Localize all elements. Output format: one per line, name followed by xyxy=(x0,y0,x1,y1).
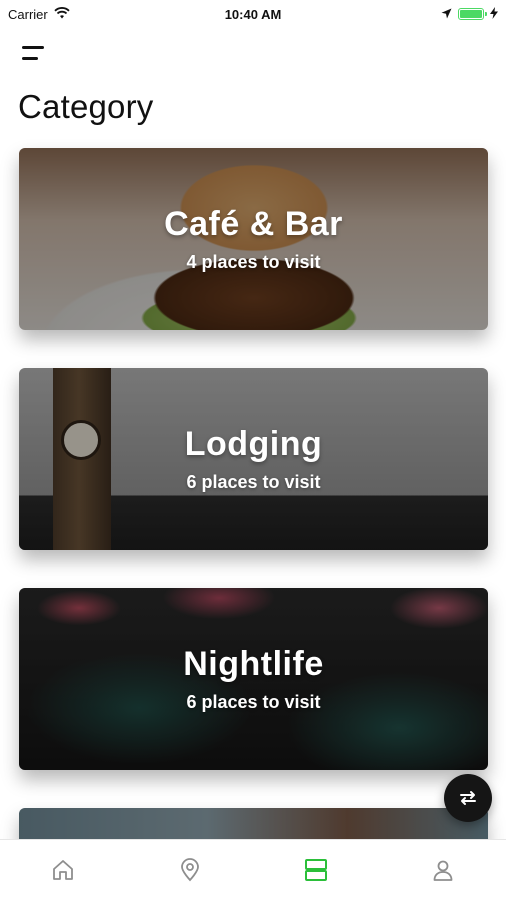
tab-home[interactable] xyxy=(33,848,93,892)
bottom-tab-bar xyxy=(0,839,506,900)
page-title: Category xyxy=(18,88,154,125)
category-card-lodging[interactable]: Lodging 6 places to visit xyxy=(19,368,488,550)
battery-icon xyxy=(458,8,487,20)
card-title: Nightlife xyxy=(183,645,324,683)
category-card-nightlife[interactable]: Nightlife 6 places to visit xyxy=(19,588,488,770)
card-subtitle: 4 places to visit xyxy=(186,252,321,272)
status-bar: Carrier 10:40 AM xyxy=(0,0,506,28)
hamburger-menu-icon[interactable] xyxy=(22,40,48,66)
card-title: Café & Bar xyxy=(164,205,343,243)
charging-bolt-icon xyxy=(490,6,498,22)
tab-profile[interactable] xyxy=(413,848,473,892)
tab-category[interactable] xyxy=(286,848,346,892)
carrier-label: Carrier xyxy=(8,6,48,22)
card-subtitle: 6 places to visit xyxy=(186,472,321,492)
location-arrow-icon xyxy=(441,7,452,22)
swap-arrows-icon[interactable] xyxy=(444,774,492,822)
tab-location[interactable] xyxy=(160,848,220,892)
status-time: 10:40 AM xyxy=(224,6,282,22)
category-cards-icon xyxy=(305,859,328,881)
home-icon xyxy=(53,860,74,880)
profile-icon xyxy=(433,860,453,881)
card-subtitle: 6 places to visit xyxy=(186,692,321,712)
status-right xyxy=(441,6,498,22)
wifi-icon xyxy=(54,6,70,22)
status-left: Carrier xyxy=(8,7,70,22)
category-card-cafe-bar[interactable]: Café & Bar 4 places to visit xyxy=(19,148,488,330)
card-title: Lodging xyxy=(184,425,323,463)
location-pin-icon xyxy=(180,858,199,882)
